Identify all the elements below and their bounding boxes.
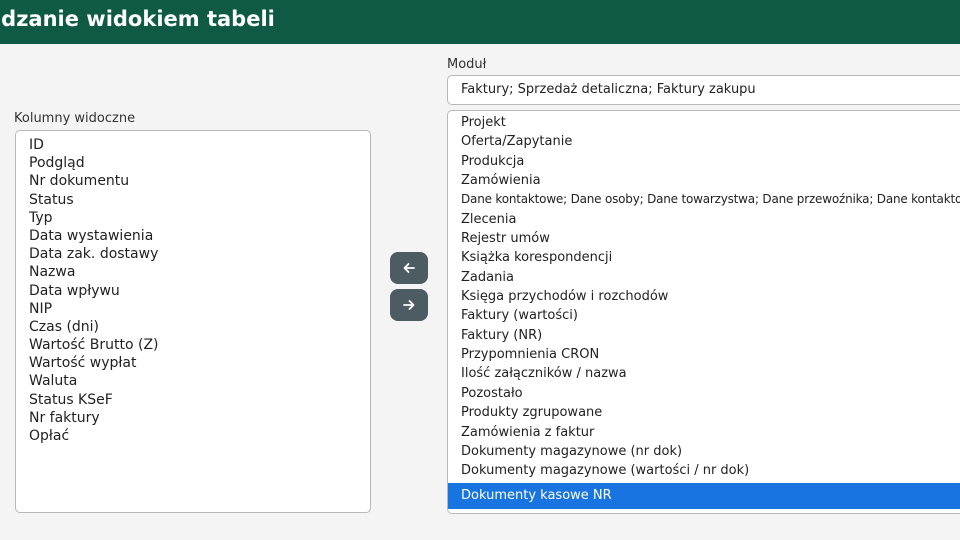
list-item[interactable]: NIP xyxy=(16,300,370,318)
list-item[interactable]: Pozostało xyxy=(448,384,960,403)
list-item[interactable]: Produkcja xyxy=(448,152,960,171)
app-header: ądzanie widokiem tabeli xyxy=(0,0,960,44)
list-item[interactable]: Podgląd xyxy=(16,154,370,172)
list-item[interactable]: Data wpływu xyxy=(16,282,370,300)
list-item-selected[interactable]: Dokumenty kasowe NR xyxy=(448,482,960,509)
list-item[interactable]: Status xyxy=(16,191,370,209)
list-item[interactable]: Wartość Brutto (Z) xyxy=(16,336,370,354)
list-item[interactable]: Zadania xyxy=(448,268,960,287)
list-item[interactable]: Faktury (NR) xyxy=(448,326,960,345)
module-label: Moduł xyxy=(447,57,487,72)
list-item[interactable]: Rejestr umów xyxy=(448,229,960,248)
list-item[interactable]: Czas (dni) xyxy=(16,318,370,336)
list-item[interactable]: Data wystawienia xyxy=(16,227,370,245)
list-item[interactable]: Status KSeF xyxy=(16,391,370,409)
page-title: ądzanie widokiem tabeli xyxy=(0,7,275,31)
list-item[interactable]: Zlecenia xyxy=(448,210,960,229)
list-item[interactable]: Zamówienia z faktur xyxy=(448,423,960,442)
visible-columns-list[interactable]: ID Podgląd Nr dokumentu Status Typ Data … xyxy=(15,130,371,513)
list-item[interactable]: ID xyxy=(16,136,370,154)
list-item[interactable]: Typ xyxy=(16,209,370,227)
list-item[interactable]: Ilość załączników / nazwa xyxy=(448,364,960,383)
list-item[interactable]: Dokumenty magazynowe (nr dok) xyxy=(448,442,960,461)
module-select[interactable]: Faktury; Sprzedaż detaliczna; Faktury za… xyxy=(447,75,960,105)
list-item[interactable]: Zamówienia xyxy=(448,171,960,190)
move-left-button[interactable] xyxy=(390,252,428,284)
list-item[interactable]: Waluta xyxy=(16,372,370,390)
list-item[interactable]: Wartość wypłat xyxy=(16,354,370,372)
arrow-right-icon xyxy=(403,300,415,310)
list-item[interactable]: Książka korespondencji xyxy=(448,248,960,267)
list-item[interactable]: Faktury (wartości) xyxy=(448,306,960,325)
list-item[interactable]: Dane kontaktowe; Dane osoby; Dane towarz… xyxy=(448,190,960,209)
list-item[interactable]: Oferta/Zapytanie xyxy=(448,132,960,151)
list-item[interactable]: Nr dokumentu xyxy=(16,172,370,190)
available-columns-list[interactable]: Projekt Oferta/Zapytanie Produkcja Zamów… xyxy=(447,110,960,514)
move-right-button[interactable] xyxy=(390,289,428,321)
arrow-left-icon xyxy=(403,263,415,273)
list-item[interactable]: Produkty zgrupowane xyxy=(448,403,960,422)
list-item[interactable]: Przypomnienia CRON xyxy=(448,345,960,364)
visible-columns-label: Kolumny widoczne xyxy=(14,111,136,126)
list-item[interactable]: Projekt xyxy=(448,113,960,132)
list-item[interactable]: Nr faktury xyxy=(16,409,370,427)
list-item[interactable]: Data zak. dostawy xyxy=(16,245,370,263)
list-item[interactable]: Nazwa xyxy=(16,263,370,281)
list-item[interactable]: Opłać xyxy=(16,427,370,445)
list-item[interactable]: Księga przychodów i rozchodów xyxy=(448,287,960,306)
list-item[interactable]: Dokumenty magazynowe (wartości / nr dok) xyxy=(448,461,960,480)
